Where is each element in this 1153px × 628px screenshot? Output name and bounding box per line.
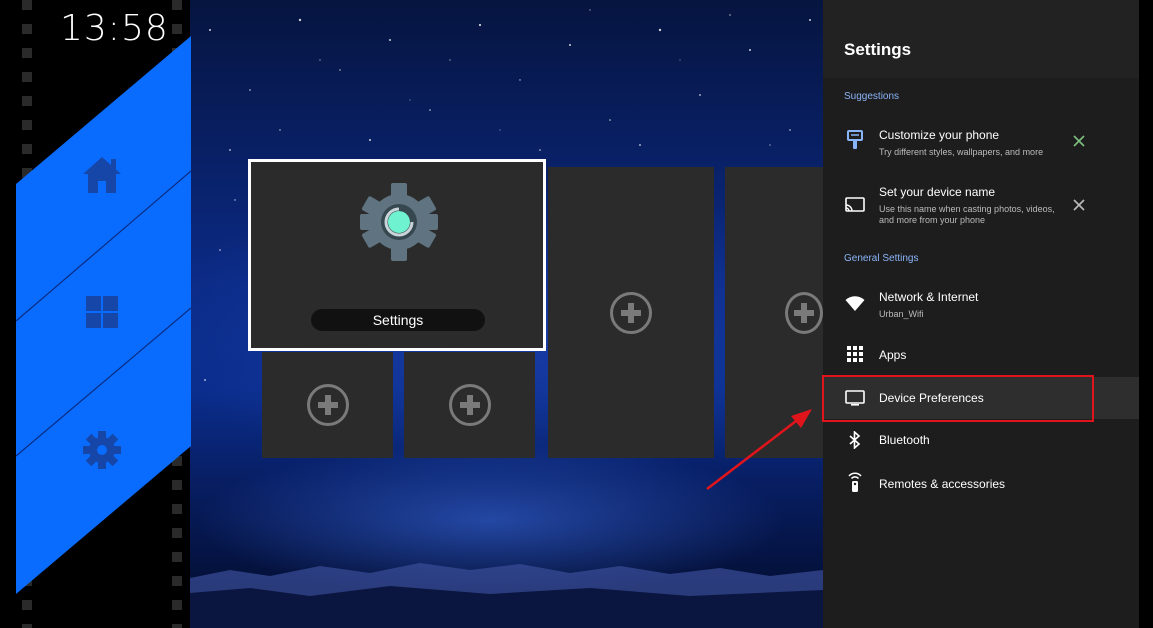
general-settings-header: General Settings xyxy=(844,253,919,264)
add-icon xyxy=(306,384,349,426)
launcher-sidebar: 13:58 xyxy=(0,0,191,628)
grid-icon xyxy=(86,296,118,328)
add-icon xyxy=(448,384,491,426)
settings-app-icon xyxy=(360,183,438,261)
settings-item-network[interactable]: Network & Internet Urban_Wifi xyxy=(823,282,1139,326)
empty-app-slot[interactable] xyxy=(548,167,714,458)
settings-app-label: Settings xyxy=(311,309,485,331)
apps-grid-icon xyxy=(843,342,867,366)
highlight-box xyxy=(822,375,1094,422)
paintbrush-icon xyxy=(843,128,867,152)
suggestion-customize-phone[interactable]: Customize your phone Try different style… xyxy=(823,118,1139,172)
suggestion-subtitle: Use this name when casting photos, video… xyxy=(879,204,1055,225)
settings-item-label: Network & Internet xyxy=(879,290,979,304)
add-icon xyxy=(610,291,652,334)
empty-app-slot[interactable] xyxy=(404,352,535,458)
empty-app-slot[interactable] xyxy=(725,167,823,458)
home-icon xyxy=(83,157,121,193)
settings-header: Settings xyxy=(823,0,1139,78)
settings-item-label: Bluetooth xyxy=(879,433,930,447)
panel-edge xyxy=(1139,0,1153,628)
wifi-icon xyxy=(843,292,867,316)
dismiss-icon[interactable] xyxy=(1071,133,1087,149)
settings-item-label: Apps xyxy=(879,348,907,362)
bluetooth-icon xyxy=(843,428,867,452)
suggestion-title: Customize your phone xyxy=(879,128,1000,142)
nav-settings-button[interactable] xyxy=(72,420,132,480)
settings-item-remotes[interactable]: Remotes & accessories xyxy=(823,463,1139,505)
mountain-silhouette xyxy=(190,563,823,628)
settings-item-bluetooth[interactable]: Bluetooth xyxy=(823,420,1139,462)
suggestion-subtitle: Try different styles, wallpapers, and mo… xyxy=(879,147,1044,157)
settings-title: Settings xyxy=(844,40,912,59)
cast-icon xyxy=(843,193,867,217)
clock: 13:58 xyxy=(60,8,169,49)
settings-app-tile[interactable]: Settings xyxy=(248,159,546,351)
settings-item-apps[interactable]: Apps xyxy=(823,334,1139,374)
settings-item-subtitle: Urban_Wifi xyxy=(879,309,924,319)
nav-apps-button[interactable] xyxy=(72,282,132,342)
settings-panel: Settings Suggestions Customize your phon… xyxy=(823,0,1139,628)
dismiss-icon[interactable] xyxy=(1071,197,1087,213)
suggestion-title: Set your device name xyxy=(879,185,996,199)
suggestion-device-name[interactable]: Set your device name Use this name when … xyxy=(823,176,1139,236)
suggestions-header: Suggestions xyxy=(844,91,900,102)
add-icon xyxy=(785,291,823,334)
remote-icon xyxy=(843,470,867,494)
gear-icon xyxy=(83,431,121,469)
settings-item-label: Remotes & accessories xyxy=(879,477,1006,491)
nav-home-button[interactable] xyxy=(72,145,132,205)
empty-app-slot[interactable] xyxy=(262,352,393,458)
